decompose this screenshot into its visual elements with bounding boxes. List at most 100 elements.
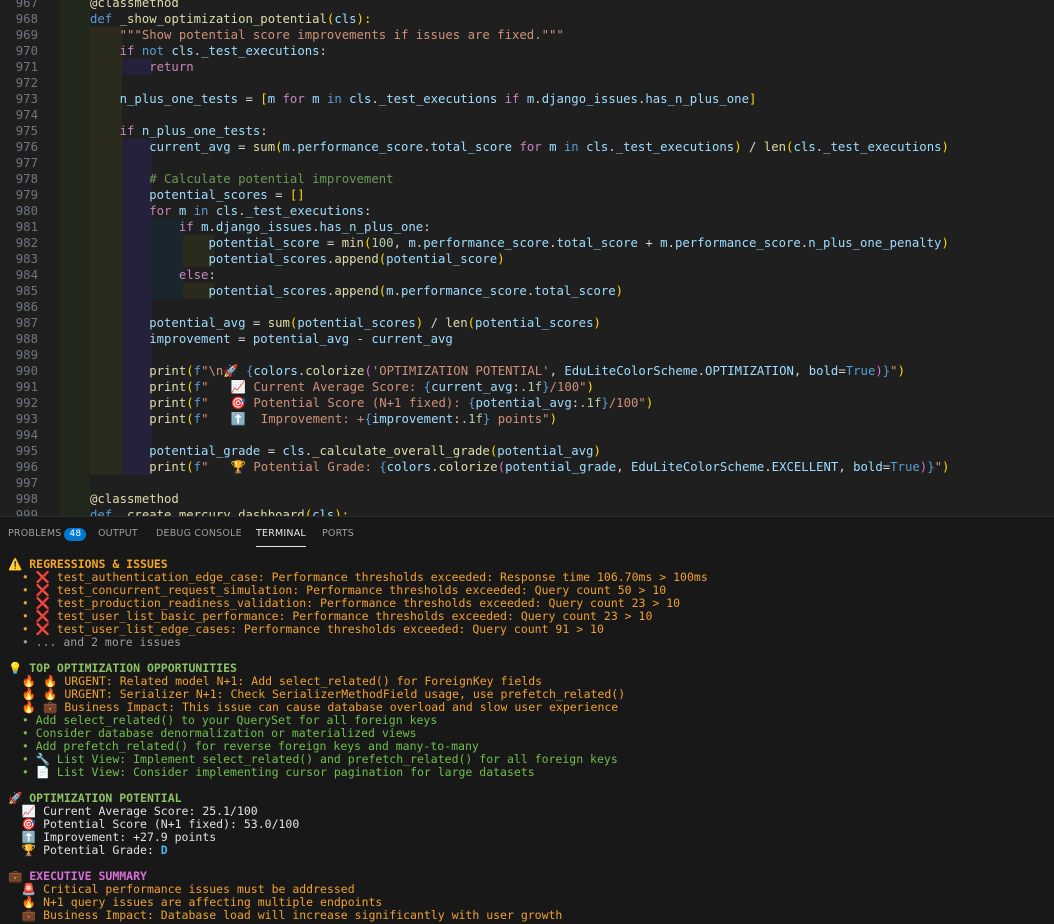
tab-debug-console[interactable]: DEBUG CONSOLE bbox=[156, 528, 242, 539]
code-token: len bbox=[763, 140, 787, 154]
code-token: colorize bbox=[438, 460, 498, 474]
code-token: .1f bbox=[519, 380, 543, 394]
code-token: /100" bbox=[549, 380, 587, 394]
terminal-line: 🏆 Potential Grade: D bbox=[8, 844, 168, 857]
indent-guide bbox=[90, 107, 122, 123]
code-token: " 📈 Current Average Score: bbox=[201, 380, 424, 394]
code-token: { bbox=[423, 380, 432, 394]
code-token: , bbox=[616, 460, 631, 474]
code-text: print(f" 📈 Current Average Score: {curre… bbox=[90, 379, 594, 395]
code-line: 978 # Calculate potential improvement bbox=[0, 171, 1054, 187]
code-token: = bbox=[238, 140, 253, 154]
code-editor[interactable]: 967 @classmethod 968 def _show_optimization… bbox=[0, 0, 1054, 516]
code-line: 969 """Show potential score improvements… bbox=[0, 27, 1054, 43]
code-token: ( bbox=[364, 364, 372, 378]
code-text: potential_scores = [] bbox=[90, 187, 305, 203]
code-token: if bbox=[90, 220, 202, 234]
indent-guide bbox=[90, 299, 122, 315]
tab-ports[interactable]: PORTS bbox=[322, 528, 354, 539]
indent-guide bbox=[90, 155, 122, 171]
code-token: [ bbox=[260, 92, 268, 106]
code-token: print bbox=[90, 396, 187, 410]
code-token: return bbox=[90, 60, 194, 74]
code-token: , bbox=[393, 236, 409, 250]
code-token: total_score bbox=[556, 236, 646, 250]
code-token: append bbox=[334, 252, 379, 266]
code-token: if bbox=[90, 124, 142, 138]
line-number: 980 bbox=[15, 204, 38, 218]
code-token: [] bbox=[289, 188, 305, 202]
code-token: _create_mercury_dashboard bbox=[119, 508, 305, 516]
code-text: """Show potential score improvements if … bbox=[90, 27, 564, 43]
code-token: = bbox=[838, 364, 846, 378]
code-token: . bbox=[312, 220, 320, 234]
code-token: cls bbox=[282, 444, 305, 458]
code-token: len bbox=[445, 316, 468, 330]
code-line: 971 return bbox=[0, 59, 1054, 75]
code-token: " 🎯 Potential Score (N+1 fixed): bbox=[201, 396, 469, 410]
code-token: : bbox=[453, 412, 461, 426]
code-token: performance_score bbox=[297, 140, 424, 154]
indent-guide bbox=[60, 235, 90, 251]
code-token: = bbox=[252, 316, 268, 330]
code-line: 973 n_plus_one_tests = [m for m in cls._… bbox=[0, 91, 1054, 107]
code-token: " 🏆 Potential Grade: bbox=[201, 460, 380, 474]
code-token: current_avg bbox=[90, 140, 239, 154]
indent-guide bbox=[60, 459, 90, 475]
code-token: colors bbox=[386, 460, 432, 474]
code-token: ) bbox=[941, 140, 949, 154]
indent-guide bbox=[60, 107, 90, 123]
tab-output[interactable]: OUTPUT bbox=[98, 528, 138, 539]
code-line: 981 if m.django_issues.has_n_plus_one: bbox=[0, 219, 1054, 235]
indent-guide bbox=[60, 0, 90, 11]
code-text: def _show_optimization_potential(cls): bbox=[90, 11, 371, 27]
indent-guide bbox=[60, 331, 90, 347]
code-text: print(f" 🏆 Potential Grade: {colors.colo… bbox=[90, 459, 949, 475]
line-number: 988 bbox=[15, 332, 38, 346]
line-number: 971 bbox=[15, 60, 38, 74]
code-text: print(f"\n🚀 {colors.colorize('OPTIMIZATI… bbox=[90, 363, 905, 379]
code-token: EduLiteColorScheme bbox=[564, 364, 698, 378]
code-token: potential_scores bbox=[90, 252, 327, 266]
line-number: 968 bbox=[15, 12, 38, 26]
code-line: 987 potential_avg = sum(potential_scores… bbox=[0, 315, 1054, 331]
code-token: in bbox=[193, 204, 216, 218]
code-token: colorize bbox=[305, 364, 365, 378]
code-token: _calculate_overall_grade bbox=[312, 444, 490, 458]
code-token: EXCELLENT bbox=[771, 460, 839, 474]
code-token: in bbox=[563, 140, 587, 154]
code-token: @classmethod bbox=[90, 0, 179, 10]
code-token: . bbox=[304, 444, 313, 458]
code-text: if n_plus_one_tests: bbox=[90, 123, 268, 139]
code-token: ( bbox=[186, 412, 194, 426]
indent-guide bbox=[60, 75, 90, 91]
line-number: 998 bbox=[15, 492, 38, 506]
code-text: potential_avg = sum(potential_scores) / … bbox=[90, 315, 601, 331]
code-token: performance_score bbox=[423, 236, 550, 250]
indent-guide bbox=[90, 75, 122, 91]
indent-guide bbox=[90, 427, 122, 443]
code-token: points" bbox=[490, 412, 550, 426]
code-token: : bbox=[363, 204, 372, 218]
indent-guide bbox=[60, 155, 90, 171]
terminal-output[interactable]: ⚠️ REGRESSIONS & ISSUES • ❌ test_authent… bbox=[0, 550, 1054, 924]
tab-terminal[interactable]: TERMINAL bbox=[256, 528, 306, 547]
tab-problems[interactable]: PROBLEMS 48 bbox=[8, 528, 87, 541]
terminal-line: 💼 Business Impact: Database load will in… bbox=[8, 908, 563, 922]
code-token: , bbox=[838, 460, 854, 474]
code-line: 977 bbox=[0, 155, 1054, 171]
code-text: potential_grade = cls._calculate_overall… bbox=[90, 443, 601, 459]
code-token: # Calculate potential improvement bbox=[90, 172, 394, 186]
line-number: 986 bbox=[15, 300, 38, 314]
line-number: 979 bbox=[15, 188, 38, 202]
code-line: 984 else: bbox=[0, 267, 1054, 283]
code-token: improvement bbox=[371, 412, 454, 426]
code-token: has_n_plus_one bbox=[645, 92, 749, 106]
code-token: n_plus_one_penalty bbox=[808, 236, 942, 250]
code-token: True bbox=[890, 460, 920, 474]
code-token: m bbox=[549, 140, 564, 154]
code-token: , bbox=[549, 364, 565, 378]
code-token: m bbox=[386, 284, 394, 298]
tab-label: TERMINAL bbox=[256, 528, 306, 539]
code-token: = bbox=[238, 332, 253, 346]
